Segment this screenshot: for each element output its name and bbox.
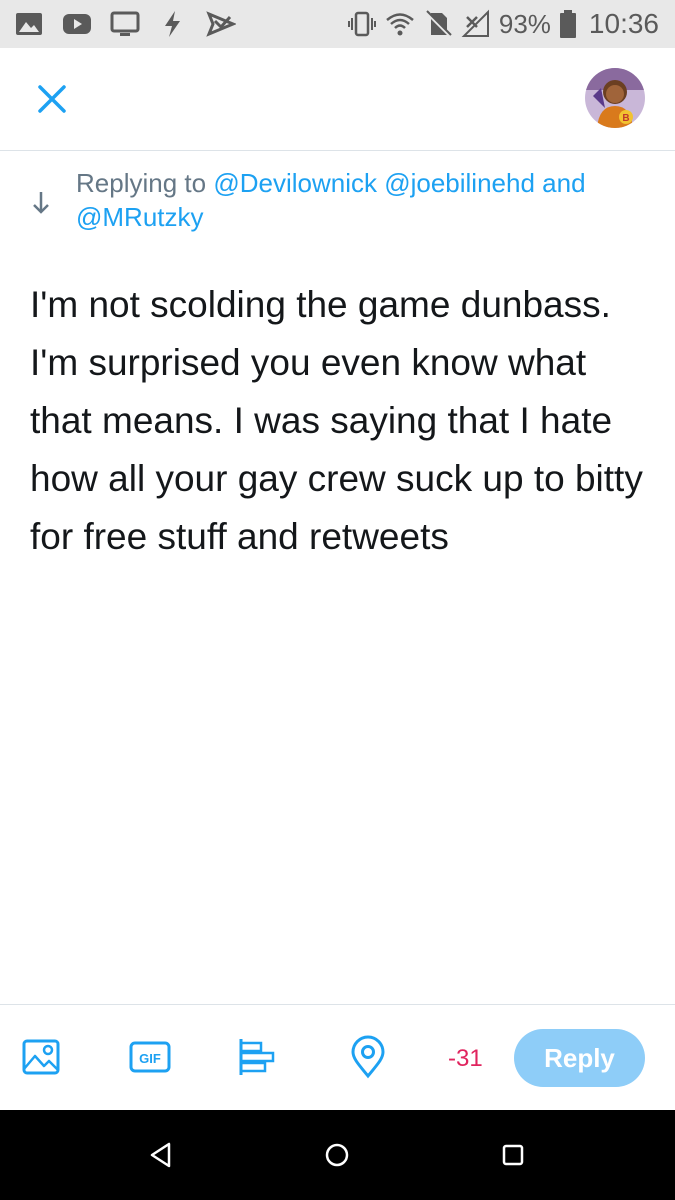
signal-icon xyxy=(461,9,489,37)
status-bar: 93% 10:36 xyxy=(0,0,675,48)
mention-mrutzky[interactable]: @MRutzky xyxy=(76,202,204,232)
mention-joebilinehd[interactable]: @joebilinehd xyxy=(384,168,535,198)
home-icon[interactable] xyxy=(322,1140,352,1170)
system-icons: 93% 10:36 xyxy=(347,0,659,48)
back-icon[interactable] xyxy=(147,1140,177,1170)
compose-header: B xyxy=(0,48,675,151)
clock: 10:36 xyxy=(588,8,659,39)
no-sim-icon xyxy=(424,10,452,38)
photo-icon xyxy=(16,13,42,35)
tv-icon xyxy=(110,11,140,36)
notification-icons xyxy=(14,0,236,48)
tweet-compose-text[interactable]: I'm not scolding the game dunbass. I'm s… xyxy=(30,276,650,566)
replying-to-prefix: Replying to xyxy=(76,168,207,198)
avatar[interactable]: B xyxy=(585,68,645,128)
youtube-icon xyxy=(63,14,91,34)
avatar-badge-letter: B xyxy=(622,113,629,124)
gif-icon[interactable]: GIF xyxy=(128,1035,172,1079)
character-count: -31 xyxy=(448,1045,483,1072)
send-icon xyxy=(206,11,236,37)
bolt-icon xyxy=(165,11,180,37)
mention-devilownick[interactable]: @Devilownick xyxy=(213,168,377,198)
recents-icon[interactable] xyxy=(498,1140,528,1170)
replying-to-text[interactable]: Replying to @Devilownick @joebilinehd an… xyxy=(76,166,646,234)
vibrate-icon xyxy=(347,11,376,37)
arrow-down-icon xyxy=(33,192,49,214)
battery-icon xyxy=(559,10,576,38)
poll-icon[interactable] xyxy=(236,1035,280,1079)
location-icon[interactable] xyxy=(346,1035,390,1079)
gif-label: GIF xyxy=(139,1051,161,1066)
android-nav-bar xyxy=(0,1110,675,1200)
close-icon[interactable] xyxy=(28,75,76,123)
battery-percent: 93% xyxy=(498,8,551,39)
compose-toolbar: GIF -31 Reply xyxy=(0,1004,675,1111)
reply-button[interactable]: Reply xyxy=(514,1029,645,1087)
wifi-icon xyxy=(386,13,414,36)
replying-to-conjunction: and xyxy=(542,168,586,198)
image-icon[interactable] xyxy=(20,1035,64,1079)
